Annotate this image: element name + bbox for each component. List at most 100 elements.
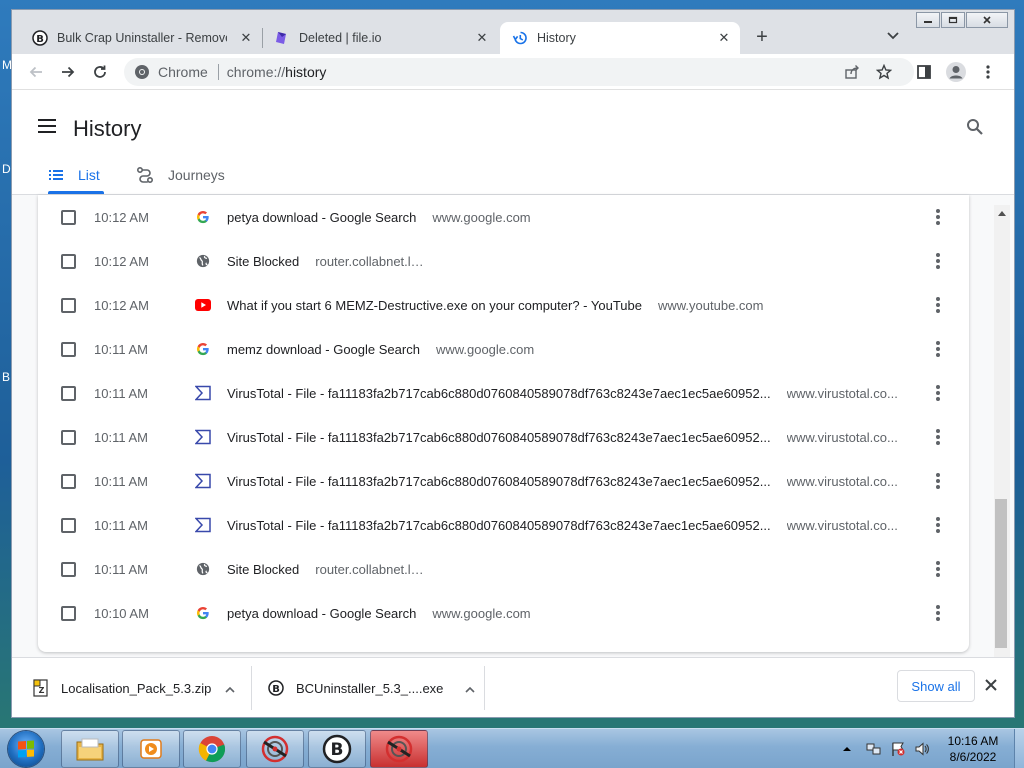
history-row[interactable]: 10:11 AM VirusTotal - File - fa11183fa2b7…: [38, 503, 969, 547]
row-checkbox[interactable]: [61, 561, 76, 577]
taskbar-button[interactable]: [183, 730, 241, 768]
scrollbar-thumb[interactable]: [995, 499, 1007, 648]
kebab-menu-icon[interactable]: [976, 60, 1000, 84]
row-link[interactable]: VirusTotal - File - fa11183fa2b717cab6c8…: [227, 386, 898, 401]
chevron-up-icon[interactable]: [465, 683, 475, 693]
new-tab-button[interactable]: +: [750, 25, 774, 49]
search-icon[interactable]: [966, 118, 984, 136]
side-panel-icon[interactable]: [912, 60, 936, 84]
system-clock[interactable]: 10:16 AM 8/6/2022: [938, 733, 1008, 765]
reload-button[interactable]: [88, 60, 112, 84]
action-center-flag-icon[interactable]: [890, 741, 906, 757]
row-link[interactable]: memz download - Google Search www.google.…: [227, 342, 534, 357]
row-link[interactable]: Site Blocked router.collabnet.local: [227, 562, 428, 577]
taskbar-button[interactable]: [246, 730, 304, 768]
history-icon: [512, 30, 528, 46]
row-checkbox[interactable]: [61, 341, 76, 357]
show-hidden-icons-icon[interactable]: [842, 745, 852, 753]
address-bar[interactable]: Chrome chrome://history: [124, 58, 914, 86]
system-tray: [842, 729, 930, 768]
row-link[interactable]: VirusTotal - File - fa11183fa2b717cab6c8…: [227, 430, 898, 445]
more-actions-icon[interactable]: [936, 561, 940, 577]
row-domain: www.google.com: [432, 605, 531, 621]
taskbar-button[interactable]: [370, 730, 428, 768]
row-time: 10:11 AM: [94, 341, 148, 357]
more-actions-icon[interactable]: [936, 297, 940, 313]
download-item[interactable]: B BCUninstaller_5.3_....exe: [267, 658, 475, 718]
history-row[interactable]: 10:11 AM memz download - Google Search www…: [38, 327, 969, 371]
history-row[interactable]: 10:11 AM Site Blocked router.collabnet.loc…: [38, 547, 969, 591]
more-actions-icon[interactable]: [936, 341, 940, 357]
minimize-button[interactable]: [916, 12, 940, 28]
close-window-button[interactable]: [966, 12, 1008, 28]
row-checkbox[interactable]: [61, 517, 76, 533]
history-row[interactable]: 10:12 AM What if you start 6 MEMZ-Destruc…: [38, 283, 969, 327]
site-chip[interactable]: Chrome: [124, 64, 227, 80]
row-link[interactable]: VirusTotal - File - fa11183fa2b717cab6c8…: [227, 518, 898, 533]
media-player-icon: [138, 736, 164, 762]
svg-text:B: B: [272, 684, 280, 695]
more-actions-icon[interactable]: [936, 473, 940, 489]
row-domain: router.collabnet.local: [315, 561, 429, 577]
row-link[interactable]: petya download - Google Search www.google…: [227, 606, 531, 621]
forward-button[interactable]: [56, 60, 80, 84]
tab-list[interactable]: List: [48, 157, 100, 193]
more-actions-icon[interactable]: [936, 253, 940, 269]
row-checkbox[interactable]: [61, 605, 76, 621]
more-actions-icon[interactable]: [936, 605, 940, 621]
history-row[interactable]: 10:11 AM VirusTotal - File - fa11183fa2b7…: [38, 459, 969, 503]
tab-strip: B Bulk Crap Uninstaller - Remove la ✕ De…: [12, 10, 1014, 54]
share-icon[interactable]: [840, 60, 864, 84]
close-icon[interactable]: [984, 678, 998, 692]
history-row[interactable]: 10:12 AM Site Blocked router.collabnet.loc…: [38, 239, 969, 283]
row-checkbox[interactable]: [61, 297, 76, 313]
row-link[interactable]: Site Blocked router.collabnet.local: [227, 254, 428, 269]
row-time: 10:11 AM: [94, 561, 148, 577]
tab-journeys[interactable]: Journeys: [136, 157, 225, 193]
tab-search-chevron-icon[interactable]: [885, 27, 901, 43]
taskbar-button[interactable]: [122, 730, 180, 768]
row-link[interactable]: VirusTotal - File - fa11183fa2b717cab6c8…: [227, 474, 898, 489]
svg-text:B: B: [36, 34, 44, 45]
maximize-button[interactable]: [941, 12, 965, 28]
history-row[interactable]: 10:11 AM VirusTotal - File - fa11183fa2b7…: [38, 371, 969, 415]
network-icon[interactable]: [866, 741, 882, 757]
taskbar-button[interactable]: B: [308, 730, 366, 768]
more-actions-icon[interactable]: [936, 385, 940, 401]
row-link[interactable]: What if you start 6 MEMZ-Destructive.exe…: [227, 298, 763, 313]
row-checkbox[interactable]: [61, 473, 76, 489]
more-actions-icon[interactable]: [936, 209, 940, 225]
clock-date: 8/6/2022: [949, 750, 997, 764]
download-item[interactable]: Z Localisation_Pack_5.3.zip: [32, 658, 235, 718]
show-all-button[interactable]: Show all: [897, 670, 975, 702]
tab-history[interactable]: History ✕: [500, 22, 740, 54]
row-link[interactable]: petya download - Google Search www.google…: [227, 210, 531, 225]
taskbar-button[interactable]: [61, 730, 119, 768]
bookmark-star-icon[interactable]: [872, 60, 896, 84]
hamburger-menu-icon[interactable]: [38, 119, 56, 133]
history-row[interactable]: 10:12 AM petya download - Google Search ww…: [38, 195, 969, 239]
more-actions-icon[interactable]: [936, 517, 940, 533]
show-desktop-button[interactable]: [1014, 729, 1024, 768]
history-header: History List Journeys: [12, 91, 1014, 195]
profile-avatar-icon[interactable]: [944, 60, 968, 84]
close-icon[interactable]: ✕: [238, 30, 254, 46]
row-title: Site Blocked: [227, 253, 300, 269]
row-title: VirusTotal - File - fa11183fa2b717cab6c8…: [227, 429, 771, 445]
row-checkbox[interactable]: [61, 429, 76, 445]
close-icon[interactable]: ✕: [716, 30, 732, 46]
tab-bulk-crap-uninstaller[interactable]: B Bulk Crap Uninstaller - Remove la ✕: [32, 22, 262, 54]
history-row[interactable]: 10:10 AM petya download - Google Search ww…: [38, 591, 969, 635]
volume-icon[interactable]: [914, 741, 930, 757]
row-checkbox[interactable]: [61, 385, 76, 401]
history-row[interactable]: 10:11 AM VirusTotal - File - fa11183fa2b7…: [38, 415, 969, 459]
more-actions-icon[interactable]: [936, 429, 940, 445]
back-button[interactable]: [24, 60, 48, 84]
close-icon[interactable]: ✕: [474, 30, 490, 46]
row-checkbox[interactable]: [61, 209, 76, 225]
chevron-up-icon[interactable]: [225, 683, 235, 693]
scroll-up-arrow-icon[interactable]: [998, 211, 1006, 216]
start-button[interactable]: [8, 731, 44, 767]
row-checkbox[interactable]: [61, 253, 76, 269]
tab-file-io[interactable]: Deleted | file.io ✕: [274, 22, 498, 54]
